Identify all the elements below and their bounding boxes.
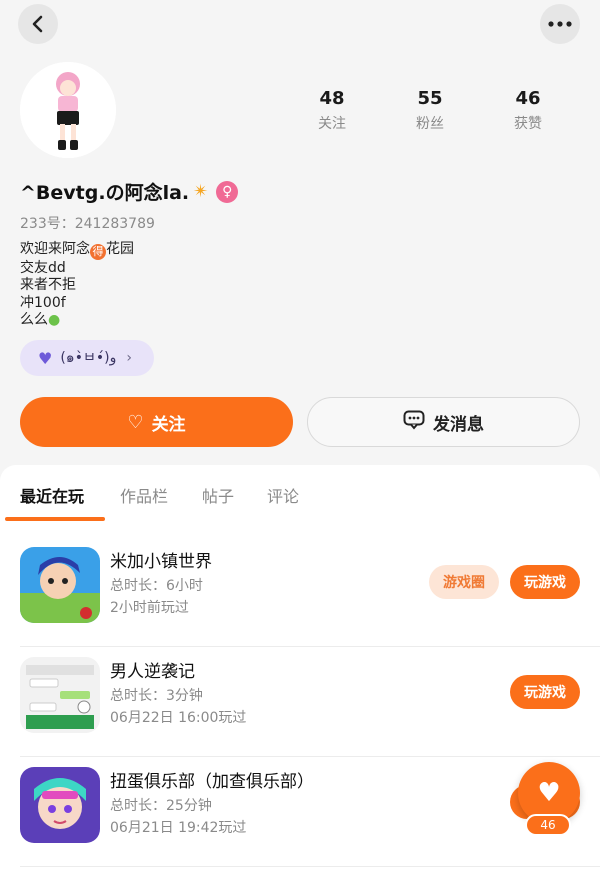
chevron-right-icon: ›	[126, 350, 132, 366]
stat-likes-label: 获赞	[514, 116, 542, 132]
stat-followers[interactable]: 55 粉丝	[388, 88, 472, 133]
anger-spark-icon: ✴	[193, 181, 209, 202]
game-meta: 总时长：25分钟 06月21日 19:42玩过	[110, 795, 246, 839]
stat-following-value: 48	[319, 88, 345, 109]
avatar[interactable]	[20, 62, 116, 158]
de-badge-icon: 得	[90, 244, 106, 260]
game-duration: 总时长：3分钟	[110, 688, 203, 704]
stat-likes[interactable]: 46 获赞	[486, 88, 570, 133]
stat-followers-label: 粉丝	[416, 116, 444, 132]
follow-label: 关注	[151, 414, 186, 435]
bio-line: 来者不拒	[20, 277, 76, 294]
club-label: (๑•̀ㅂ•́)و	[60, 350, 117, 366]
avatar-character-image	[20, 62, 116, 158]
game-duration: 总时长：25分钟	[110, 798, 212, 814]
stat-likes-value: 46	[515, 88, 541, 109]
game-title: 扭蛋俱乐部（加查俱乐部）	[110, 772, 314, 792]
stat-following[interactable]: 48 关注	[290, 88, 374, 133]
bio-line: 欢迎来阿念得花园	[20, 241, 134, 260]
stat-following-label: 关注	[318, 116, 346, 132]
more-button[interactable]	[540, 4, 580, 44]
heart-icon: ♥	[537, 778, 561, 808]
more-dots-icon	[548, 21, 572, 27]
message-button[interactable]: 发消息	[307, 397, 580, 447]
profile-stats: 48 关注 55 粉丝 46 获赞	[290, 88, 570, 133]
tab-active-indicator	[5, 517, 105, 521]
top-bar	[0, 0, 600, 50]
tab-works[interactable]: 作品栏	[120, 483, 168, 507]
game-circle-button[interactable]: 游戏圈	[429, 565, 499, 599]
name-row: ^Bevtg.の阿念la. ✴ ♀	[20, 178, 239, 205]
game-last-played: 06月21日 19:42玩过	[110, 820, 247, 836]
back-button[interactable]	[18, 4, 58, 44]
game-title: 米加小镇世界	[110, 552, 212, 572]
game-row[interactable]: 扭蛋俱乐部（加查俱乐部） 总时长：25分钟 06月21日 19:42玩过	[0, 757, 600, 867]
bio: 欢迎来阿念得花园 交友dd 来者不拒 冲100f 么么●	[20, 241, 134, 330]
game-duration: 总时长：6小时	[110, 578, 203, 594]
bio-text: 么么	[20, 312, 48, 329]
tab-recently-played[interactable]: 最近在玩	[20, 483, 84, 507]
divider	[20, 866, 600, 867]
tab-posts[interactable]: 帖子	[202, 483, 234, 507]
bio-text: 欢迎来阿念	[20, 241, 90, 257]
game-icon	[20, 547, 100, 623]
bio-line: 冲100f	[20, 294, 66, 311]
game-title: 男人逆袭记	[110, 662, 195, 682]
user-id: 233号：241283789	[20, 216, 155, 232]
stat-followers-value: 55	[417, 88, 443, 109]
female-gender-icon: ♀	[216, 180, 239, 203]
game-row[interactable]: 男人逆袭记 总时长：3分钟 06月22日 16:00玩过 玩游戏	[0, 647, 600, 757]
tab-comments[interactable]: 评论	[267, 483, 299, 507]
bio-text: 花园	[106, 241, 134, 257]
game-last-played: 2小时前玩过	[110, 600, 189, 616]
game-icon	[20, 657, 100, 733]
content-panel: 最近在玩 作品栏 帖子 评论 米加小镇世界 总时长：6小时 2小时前玩过 游戏圈…	[0, 465, 600, 874]
heart-plus-icon: ♡	[127, 411, 144, 433]
heart-icon: ♥	[38, 348, 53, 368]
club-chip[interactable]: ♥ (๑•̀ㅂ•́)و ›	[20, 340, 154, 376]
frog-emoji-icon: ●	[48, 312, 61, 329]
play-game-button[interactable]: 玩游戏	[510, 565, 580, 599]
chat-bubble-icon	[403, 410, 425, 435]
follow-button[interactable]: ♡ 关注	[20, 397, 293, 447]
game-meta: 总时长：3分钟 06月22日 16:00玩过	[110, 685, 246, 729]
message-label: 发消息	[433, 414, 484, 435]
play-game-button[interactable]: 玩游戏	[510, 675, 580, 709]
game-icon	[20, 767, 100, 843]
nickname: ^Bevtg.の阿念la.	[20, 182, 190, 204]
like-count-badge: 46	[525, 814, 571, 836]
game-last-played: 06月22日 16:00玩过	[110, 710, 247, 726]
bio-line: 交友dd	[20, 260, 66, 276]
bio-line: 么么●	[20, 312, 134, 329]
game-row[interactable]: 米加小镇世界 总时长：6小时 2小时前玩过 游戏圈 玩游戏	[0, 537, 600, 647]
chevron-left-icon	[32, 15, 43, 33]
game-meta: 总时长：6小时 2小时前玩过	[110, 575, 203, 619]
tab-bar: 最近在玩 作品栏 帖子 评论	[0, 465, 600, 523]
